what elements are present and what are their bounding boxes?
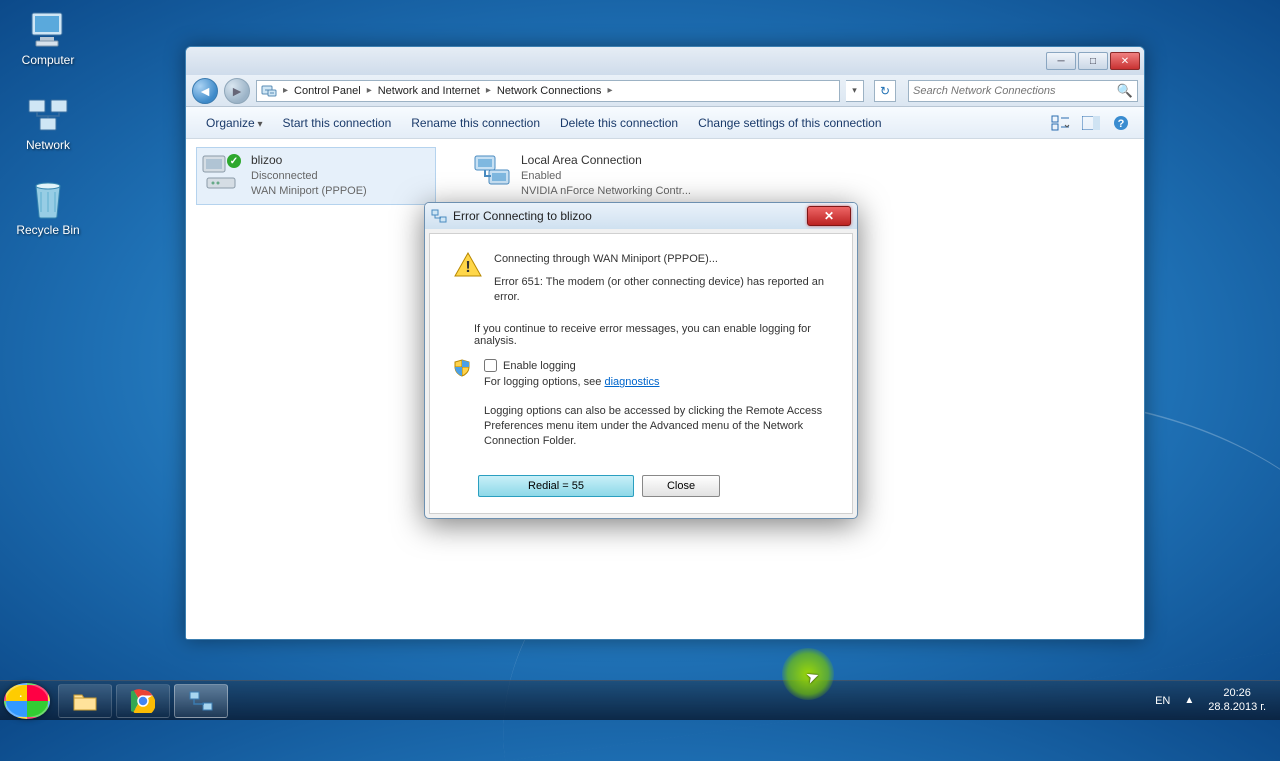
desktop-icon-label: Computer	[22, 53, 75, 67]
error-dialog: Error Connecting to blizoo ✕ ! Connectin…	[424, 202, 858, 519]
recyclebin-icon	[26, 180, 70, 220]
dialog-title: Error Connecting to blizoo	[453, 209, 592, 223]
view-options-button[interactable]	[1048, 112, 1074, 134]
connection-name: blizoo	[251, 152, 367, 169]
refresh-button[interactable]: ↻	[874, 80, 896, 102]
dialog-close-button[interactable]: ✕	[807, 206, 851, 226]
desktop-icons: Computer Network Recycle Bin	[8, 10, 88, 237]
start-button[interactable]	[4, 683, 50, 719]
logging-note-text: Logging options can also be accessed by …	[484, 404, 828, 449]
warning-icon: !	[454, 252, 482, 313]
connection-icon	[471, 152, 513, 192]
connection-icon: ✓	[201, 152, 243, 192]
taskbar-item-explorer[interactable]	[58, 684, 112, 718]
tray-overflow-button[interactable]: ▲	[1184, 695, 1194, 706]
logging-prefix-text: For logging options, see	[484, 376, 604, 388]
svg-text:?: ?	[1118, 118, 1125, 130]
rename-connection-button[interactable]: Rename this connection	[401, 112, 550, 134]
network-icon	[26, 95, 70, 135]
taskbar-item-chrome[interactable]	[116, 684, 170, 718]
connection-item-lan[interactable]: Local Area Connection Enabled NVIDIA nFo…	[466, 147, 706, 205]
desktop-icon-computer[interactable]: Computer	[8, 10, 88, 67]
breadcrumb-item[interactable]: Network and Internet	[374, 85, 484, 97]
diagnostics-link[interactable]: diagnostics	[604, 376, 659, 388]
computer-icon	[26, 10, 70, 50]
folder-icon	[261, 83, 277, 99]
address-dropdown[interactable]: ▾	[846, 80, 864, 102]
start-connection-button[interactable]: Start this connection	[273, 112, 402, 134]
address-bar[interactable]: ▸ Control Panel ▸ Network and Internet ▸…	[256, 80, 840, 102]
close-button[interactable]: ✕	[1110, 52, 1140, 70]
language-indicator[interactable]: EN	[1155, 695, 1170, 707]
search-box[interactable]: 🔍	[908, 80, 1138, 102]
enable-logging-input[interactable]	[484, 359, 497, 372]
connection-status: Enabled	[521, 169, 691, 184]
folder-icon	[72, 690, 98, 712]
redial-button[interactable]: Redial = 55	[478, 475, 634, 497]
minimize-button[interactable]: ─	[1046, 52, 1076, 70]
enable-logging-checkbox[interactable]: Enable logging	[484, 359, 828, 374]
search-input[interactable]	[913, 85, 1117, 97]
clock[interactable]: 20:26 28.8.2013 г.	[1208, 687, 1266, 715]
back-button[interactable]: ◄	[192, 78, 218, 104]
dialog-hint-text: If you continue to receive error message…	[474, 323, 828, 347]
network-connections-icon	[188, 690, 214, 712]
dialog-connecting-text: Connecting through WAN Miniport (PPPOE).…	[494, 252, 828, 267]
svg-text:!: !	[465, 259, 470, 276]
connection-status: Disconnected	[251, 169, 367, 184]
change-settings-button[interactable]: Change settings of this connection	[688, 112, 891, 134]
maximize-button[interactable]: □	[1078, 52, 1108, 70]
system-tray: EN ▲ 20:26 28.8.2013 г.	[1155, 687, 1276, 715]
dialog-error-text: Error 651: The modem (or other connectin…	[494, 275, 828, 305]
breadcrumb-item[interactable]: Control Panel	[290, 85, 365, 97]
clock-date: 28.8.2013 г.	[1208, 701, 1266, 715]
titlebar: ─ □ ✕	[186, 47, 1144, 75]
command-bar: Organize Start this connection Rename th…	[186, 107, 1144, 139]
dialog-titlebar[interactable]: Error Connecting to blizoo ✕	[425, 203, 857, 229]
network-small-icon	[431, 208, 447, 224]
help-button[interactable]: ?	[1108, 112, 1134, 134]
delete-connection-button[interactable]: Delete this connection	[550, 112, 688, 134]
taskbar: EN ▲ 20:26 28.8.2013 г.	[0, 680, 1280, 720]
breadcrumb-item[interactable]: Network Connections	[493, 85, 606, 97]
preview-pane-button[interactable]	[1078, 112, 1104, 134]
desktop-icon-label: Recycle Bin	[16, 223, 79, 237]
clock-time: 20:26	[1208, 687, 1266, 701]
connection-name: Local Area Connection	[521, 152, 691, 169]
desktop-icon-network[interactable]: Network	[8, 95, 88, 152]
taskbar-item-network[interactable]	[174, 684, 228, 718]
chrome-icon	[131, 689, 155, 713]
status-indicator-icon: ✓	[227, 154, 241, 168]
navigation-bar: ◄ ► ▸ Control Panel ▸ Network and Intern…	[186, 75, 1144, 107]
search-icon[interactable]: 🔍	[1117, 83, 1133, 99]
connection-device: NVIDIA nForce Networking Contr...	[521, 184, 691, 199]
organize-menu[interactable]: Organize	[196, 112, 273, 134]
connection-device: WAN Miniport (PPPOE)	[251, 184, 367, 199]
desktop-icon-label: Network	[26, 138, 70, 152]
close-button[interactable]: Close	[642, 475, 720, 497]
shield-icon	[454, 359, 472, 377]
forward-button[interactable]: ►	[224, 78, 250, 104]
connection-item-blizoo[interactable]: ✓ blizoo Disconnected WAN Miniport (PPPO…	[196, 147, 436, 205]
desktop-icon-recyclebin[interactable]: Recycle Bin	[8, 180, 88, 237]
